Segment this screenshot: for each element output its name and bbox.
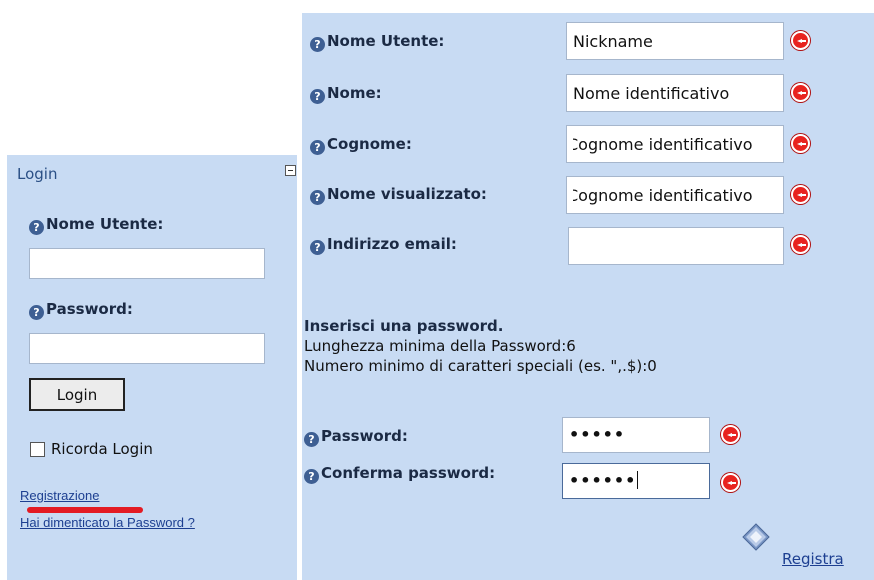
registration-panel: ?Nome Utente: ?Nome: ?Cognome: ?Nome vis… (302, 13, 874, 580)
email-field[interactable] (568, 227, 784, 265)
field-label-password: ? Password: (304, 427, 408, 447)
password-min-length: Lunghezza minima della Password:6 (304, 337, 576, 355)
confirm-password-field[interactable]: •••••• (562, 463, 710, 499)
login-password-input[interactable] (29, 333, 265, 364)
login-username-label: ? Nome Utente: (29, 215, 163, 235)
password-heading: Inserisci una password. (304, 317, 504, 335)
password-min-special: Numero minimo di caratteri speciali (es.… (304, 357, 657, 375)
password-field[interactable]: ••••• (562, 417, 710, 453)
username-field[interactable] (566, 22, 784, 60)
login-username-input[interactable] (29, 248, 265, 279)
display-name-field[interactable] (566, 176, 784, 214)
required-arrow-icon (721, 425, 740, 444)
field-label-email: ? Indirizzo email: (310, 235, 457, 255)
required-arrow-icon (791, 83, 810, 102)
field-label-display-name: ? Nome visualizzato: (310, 185, 487, 205)
required-arrow-icon (721, 473, 740, 492)
register-submit-link[interactable]: Registra (782, 550, 844, 568)
help-question-icon[interactable]: ? (310, 190, 325, 205)
help-question-icon[interactable]: ? (304, 432, 319, 447)
required-arrow-icon (791, 185, 810, 204)
login-panel: Login ? Nome Utente: ? Password: Login Ric… (7, 155, 297, 580)
text-caret (637, 471, 639, 489)
help-question-icon[interactable]: ? (29, 305, 44, 320)
help-question-icon[interactable]: ? (310, 140, 325, 155)
collapse-icon[interactable] (285, 165, 296, 176)
field-label-surname: ? Cognome: (310, 135, 412, 155)
register-diamond-icon[interactable] (742, 523, 770, 551)
login-button[interactable]: Login (29, 378, 125, 411)
field-label-username: ? Nome Utente: (310, 32, 444, 52)
surname-field[interactable] (566, 125, 784, 163)
field-label-name: ? Nome: (310, 84, 382, 104)
remember-login-checkbox[interactable] (30, 442, 45, 457)
help-question-icon[interactable]: ? (304, 469, 319, 484)
help-question-icon[interactable]: ? (310, 89, 325, 104)
help-question-icon[interactable]: ? (310, 240, 325, 255)
login-title: Login (17, 165, 58, 183)
required-arrow-icon (791, 134, 810, 153)
help-question-icon[interactable]: ? (29, 220, 44, 235)
forgot-password-link[interactable]: Hai dimenticato la Password ? (20, 515, 195, 530)
field-label-confirm-password: ? Conferma password: (304, 464, 495, 484)
register-link[interactable]: Registrazione (20, 488, 100, 503)
remember-login-label: Ricorda Login (51, 440, 153, 458)
help-question-icon[interactable]: ? (310, 37, 325, 52)
required-arrow-icon (791, 31, 810, 50)
required-arrow-icon (791, 235, 810, 254)
name-field[interactable] (566, 74, 784, 112)
login-password-label: ? Password: (29, 300, 133, 320)
